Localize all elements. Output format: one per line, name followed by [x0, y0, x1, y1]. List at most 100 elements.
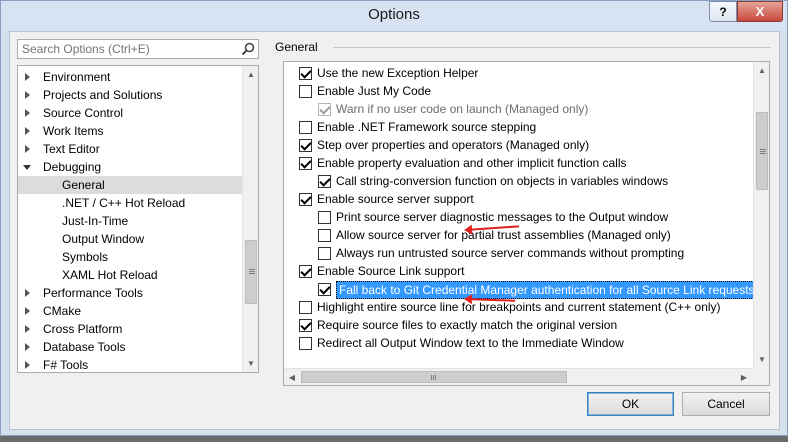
option-row[interactable]: Enable Source Link support	[284, 262, 753, 280]
option-row[interactable]: Step over properties and operators (Mana…	[284, 136, 753, 154]
scroll-down-icon[interactable]: ▼	[754, 351, 769, 368]
option-checkbox[interactable]	[299, 193, 312, 206]
option-row[interactable]: Fall back to Git Credential Manager auth…	[284, 280, 758, 299]
collapsed-arrow-icon[interactable]	[25, 325, 30, 333]
scroll-down-icon[interactable]: ▼	[243, 355, 258, 372]
tree-item[interactable]: Environment	[18, 68, 242, 86]
option-row[interactable]: Call string-conversion function on objec…	[284, 172, 753, 190]
ok-button[interactable]: OK	[587, 392, 674, 416]
tree-item[interactable]: Symbols	[18, 248, 242, 266]
cancel-button[interactable]: Cancel	[682, 392, 770, 416]
scroll-left-icon[interactable]: ◀	[284, 369, 300, 385]
option-row[interactable]: Require source files to exactly match th…	[284, 316, 753, 334]
option-row[interactable]: Enable source server support	[284, 190, 753, 208]
option-checkbox[interactable]	[299, 157, 312, 170]
collapsed-arrow-icon[interactable]	[25, 91, 30, 99]
option-checkbox[interactable]	[318, 211, 331, 224]
option-label[interactable]: Warn if no user code on launch (Managed …	[336, 100, 588, 118]
option-label[interactable]: Step over properties and operators (Mana…	[317, 136, 589, 154]
option-row[interactable]: Enable property evaluation and other imp…	[284, 154, 753, 172]
collapsed-arrow-icon[interactable]	[25, 361, 30, 369]
tree-item-label: Debugging	[43, 160, 102, 174]
options-hscrollbar[interactable]: ◀ ▶	[284, 368, 753, 385]
option-row[interactable]: Print source server diagnostic messages …	[284, 208, 753, 226]
option-label[interactable]: Enable source server support	[317, 190, 474, 208]
search-box[interactable]	[17, 39, 259, 59]
option-checkbox[interactable]	[299, 301, 312, 314]
option-row[interactable]: Allow source server for partial trust as…	[284, 226, 753, 244]
option-label[interactable]: Redirect all Output Window text to the I…	[317, 334, 624, 352]
tree-scrollbar[interactable]: ▲ ▼	[242, 66, 258, 372]
scroll-up-icon[interactable]: ▲	[754, 62, 769, 79]
tree-item-label: Just-In-Time	[62, 214, 129, 228]
option-checkbox[interactable]	[299, 265, 312, 278]
option-row[interactable]: Enable .NET Framework source stepping	[284, 118, 753, 136]
collapsed-arrow-icon[interactable]	[25, 343, 30, 351]
option-checkbox[interactable]	[299, 121, 312, 134]
group-divider	[333, 47, 771, 48]
option-row[interactable]: Warn if no user code on launch (Managed …	[284, 100, 753, 118]
collapsed-arrow-icon[interactable]	[25, 289, 30, 297]
collapsed-arrow-icon[interactable]	[25, 109, 30, 117]
option-checkbox[interactable]	[299, 139, 312, 152]
tree-item[interactable]: Source Control	[18, 104, 242, 122]
tree-item-label: Projects and Solutions	[43, 88, 163, 102]
option-row[interactable]: Redirect all Output Window text to the I…	[284, 334, 753, 352]
tree-item[interactable]: F# Tools	[18, 356, 242, 372]
tree-item[interactable]: Work Items	[18, 122, 242, 140]
option-row[interactable]: Use the new Exception Helper	[284, 64, 753, 82]
search-input[interactable]	[18, 40, 233, 58]
option-row[interactable]: Highlight entire source line for breakpo…	[284, 298, 753, 316]
option-row[interactable]: Always run untrusted source server comma…	[284, 244, 753, 262]
tree-item[interactable]: Performance Tools	[18, 284, 242, 302]
option-label[interactable]: Enable property evaluation and other imp…	[317, 154, 627, 172]
scroll-right-icon[interactable]: ▶	[736, 369, 752, 385]
tree-item[interactable]: .NET / C++ Hot Reload	[18, 194, 242, 212]
tree-item[interactable]: Database Tools	[18, 338, 242, 356]
option-row[interactable]: Enable Just My Code	[284, 82, 753, 100]
collapsed-arrow-icon[interactable]	[25, 127, 30, 135]
tree-item[interactable]: Text Editor	[18, 140, 242, 158]
collapsed-arrow-icon[interactable]	[25, 145, 30, 153]
option-checkbox[interactable]	[318, 229, 331, 242]
options-hscroll-thumb[interactable]	[301, 371, 567, 383]
option-label[interactable]: Allow source server for partial trust as…	[336, 226, 671, 244]
option-checkbox[interactable]	[299, 337, 312, 350]
option-checkbox[interactable]	[318, 283, 331, 296]
tree-item[interactable]: General	[18, 176, 242, 194]
options-vscroll-thumb[interactable]	[756, 112, 768, 190]
option-label[interactable]: Print source server diagnostic messages …	[336, 208, 668, 226]
option-label[interactable]: Enable Just My Code	[317, 82, 431, 100]
option-checkbox[interactable]	[318, 175, 331, 188]
option-label[interactable]: Enable .NET Framework source stepping	[317, 118, 536, 136]
option-label[interactable]: Require source files to exactly match th…	[317, 316, 617, 334]
option-checkbox[interactable]	[299, 85, 312, 98]
scroll-up-icon[interactable]: ▲	[243, 66, 258, 83]
tree-item[interactable]: Cross Platform	[18, 320, 242, 338]
option-checkbox[interactable]	[299, 67, 312, 80]
tree-item-label: Environment	[43, 70, 111, 84]
title-bar[interactable]: Options ? X	[1, 1, 787, 31]
option-label[interactable]: Call string-conversion function on objec…	[336, 172, 668, 190]
option-checkbox[interactable]	[299, 319, 312, 332]
tree-item[interactable]: Just-In-Time	[18, 212, 242, 230]
search-icon[interactable]	[241, 42, 255, 56]
tree-item[interactable]: Debugging	[18, 158, 242, 176]
tree-scroll-thumb[interactable]	[245, 240, 257, 304]
option-checkbox[interactable]	[318, 247, 331, 260]
tree-item[interactable]: Output Window	[18, 230, 242, 248]
option-label[interactable]: Highlight entire source line for breakpo…	[317, 298, 721, 316]
option-label[interactable]: Enable Source Link support	[317, 262, 464, 280]
tree-item[interactable]: CMake	[18, 302, 242, 320]
option-label[interactable]: Use the new Exception Helper	[317, 64, 478, 82]
collapsed-arrow-icon[interactable]	[25, 307, 30, 315]
tree-item[interactable]: Projects and Solutions	[18, 86, 242, 104]
help-button[interactable]: ?	[709, 1, 737, 22]
expanded-arrow-icon[interactable]	[23, 165, 31, 170]
tree-item[interactable]: XAML Hot Reload	[18, 266, 242, 284]
option-label[interactable]: Always run untrusted source server comma…	[336, 244, 684, 262]
option-label[interactable]: Fall back to Git Credential Manager auth…	[336, 281, 758, 299]
close-button[interactable]: X	[737, 1, 783, 22]
options-vscrollbar[interactable]: ▲ ▼	[753, 62, 769, 368]
collapsed-arrow-icon[interactable]	[25, 73, 30, 81]
